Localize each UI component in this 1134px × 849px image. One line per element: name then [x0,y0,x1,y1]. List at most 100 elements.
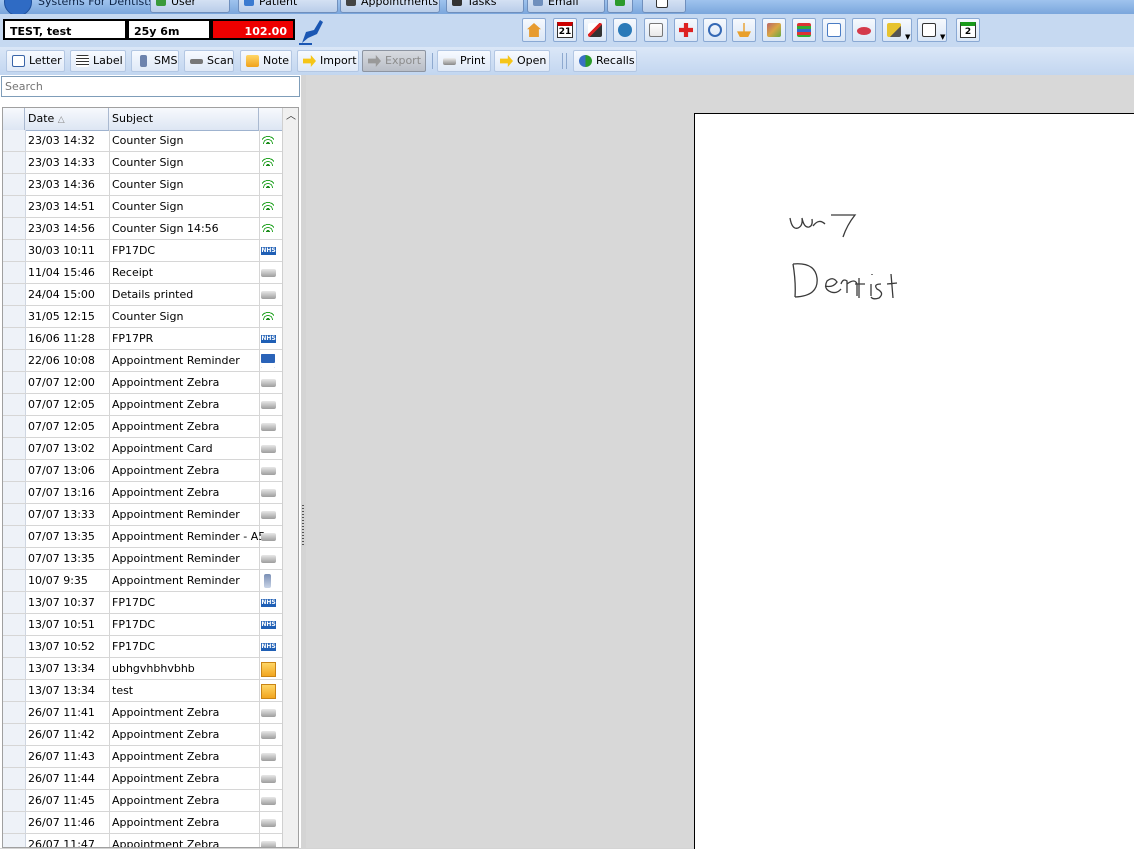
row-selector[interactable] [3,812,26,833]
column-header-date[interactable]: Date △ [25,108,109,130]
row-selector[interactable] [3,834,26,847]
row-selector[interactable] [3,592,26,613]
table-row[interactable]: 07/07 13:06 Appointment Zebra [3,460,282,482]
row-selector[interactable] [3,328,26,349]
table-row[interactable]: 10/07 9:35 Appointment Reminder [3,570,282,592]
row-selector[interactable] [3,570,26,591]
table-row[interactable]: 26/07 11:43 Appointment Zebra [3,746,282,768]
table-row[interactable]: 07/07 13:35 Appointment Reminder - A5 [3,526,282,548]
paperclip-icon[interactable] [703,18,727,42]
dental-chair-icon[interactable] [296,16,324,46]
row-selector[interactable] [3,548,26,569]
table-row[interactable]: 23/03 14:32 Counter Sign [3,130,282,152]
sms-button[interactable]: SMS [131,50,179,72]
medical-icon[interactable] [674,18,698,42]
row-selector[interactable] [3,438,26,459]
row-selector[interactable] [3,658,26,679]
table-row[interactable]: 11/04 15:46 Receipt [3,262,282,284]
table-row[interactable]: 13/07 10:37 FP17DC NHS [3,592,282,614]
table-row[interactable]: 13/07 13:34 ubhgvhbhvbhb [3,658,282,680]
row-selector[interactable] [3,526,26,547]
table-row[interactable]: 07/07 12:05 Appointment Zebra [3,394,282,416]
scan-button[interactable]: Scan [184,50,234,72]
column-header-subject[interactable]: Subject [109,108,259,130]
table-row[interactable]: 07/07 13:33 Appointment Reminder [3,504,282,526]
import-button[interactable]: Import [297,50,359,72]
document-icon[interactable] [644,18,668,42]
table-row[interactable]: 07/07 13:16 Appointment Zebra [3,482,282,504]
row-selector[interactable] [3,350,26,371]
menu-tab-extra[interactable] [607,0,633,13]
table-row[interactable]: 26/07 11:41 Appointment Zebra [3,702,282,724]
recalls-button[interactable]: Recalls [573,50,637,72]
table-row[interactable]: 07/07 13:02 Appointment Card [3,438,282,460]
table-row[interactable]: 23/03 14:51 Counter Sign [3,196,282,218]
row-selector[interactable] [3,680,26,701]
note-button[interactable]: Note [240,50,292,72]
row-selector[interactable] [3,482,26,503]
row-selector[interactable] [3,702,26,723]
chair-icon[interactable] [613,18,637,42]
table-row[interactable]: 23/03 14:56 Counter Sign 14:56 [3,218,282,240]
table-row[interactable]: 24/04 15:00 Details printed [3,284,282,306]
menu-tab-appointments[interactable]: Appointments [340,0,440,13]
table-row[interactable]: 23/03 14:36 Counter Sign [3,174,282,196]
row-selector[interactable] [3,416,26,437]
row-selector[interactable] [3,262,26,283]
row-selector[interactable] [3,152,26,173]
chart-stack-icon[interactable] [792,18,816,42]
grid-scrollbar[interactable]: ︿ [282,108,298,847]
patient-balance[interactable]: 102.00 [211,19,295,40]
photo-icon[interactable] [762,18,786,42]
scroll-up-icon[interactable]: ︿ [284,110,298,124]
table-row[interactable]: 13/07 13:34 test [3,680,282,702]
menu-tab-user[interactable]: User [150,0,230,13]
row-selector[interactable] [3,790,26,811]
table-row[interactable]: 26/07 11:47 Appointment Zebra [3,834,282,847]
table-row[interactable]: 26/07 11:42 Appointment Zebra [3,724,282,746]
lips-icon[interactable] [852,18,876,42]
patient-name[interactable]: TEST, test [3,19,127,40]
table-row[interactable]: 26/07 11:46 Appointment Zebra [3,812,282,834]
pencil-dropdown-icon[interactable]: ▼ [882,18,912,42]
table-row[interactable]: 26/07 11:45 Appointment Zebra [3,790,282,812]
open-button[interactable]: Open [494,50,550,72]
row-selector[interactable] [3,460,26,481]
table-row[interactable]: 30/03 10:11 FP17DC NHS [3,240,282,262]
table-row[interactable]: 13/07 10:51 FP17DC NHS [3,614,282,636]
row-selector[interactable] [3,394,26,415]
table-row[interactable]: 26/07 11:44 Appointment Zebra [3,768,282,790]
xray-icon[interactable] [583,18,607,42]
row-selector[interactable] [3,306,26,327]
table-row[interactable]: 16/06 11:28 FP17PR NHS [3,328,282,350]
home-icon[interactable] [522,18,546,42]
row-selector[interactable] [3,218,26,239]
row-selector[interactable] [3,240,26,261]
row-selector[interactable] [3,724,26,745]
row-selector[interactable] [3,768,26,789]
row-selector[interactable] [3,130,26,151]
menu-tab-patient[interactable]: Patient [238,0,338,13]
row-selector[interactable] [3,504,26,525]
table-row[interactable]: 22/06 10:08 Appointment Reminder [3,350,282,372]
menu-tab-window[interactable] [642,0,686,13]
table-row[interactable]: 23/03 14:33 Counter Sign [3,152,282,174]
label-button[interactable]: Label [70,50,126,72]
calendar-icon[interactable]: 21 [553,18,577,42]
scales-icon[interactable] [732,18,756,42]
add-appointment-icon[interactable]: 2 [956,18,980,42]
layout-dropdown-icon[interactable]: ▼ [917,18,947,42]
menu-tab-tasks[interactable]: Tasks [446,0,524,13]
row-selector[interactable] [3,196,26,217]
export-button[interactable]: Export [362,50,426,72]
row-selector[interactable] [3,174,26,195]
row-selector[interactable] [3,372,26,393]
card-icon[interactable] [822,18,846,42]
column-header-type[interactable] [259,108,282,130]
table-row[interactable]: 13/07 10:52 FP17DC NHS [3,636,282,658]
row-selector[interactable] [3,746,26,767]
table-row[interactable]: 31/05 12:15 Counter Sign [3,306,282,328]
table-row[interactable]: 07/07 13:35 Appointment Reminder [3,548,282,570]
search-input[interactable] [1,76,300,97]
row-selector[interactable] [3,284,26,305]
